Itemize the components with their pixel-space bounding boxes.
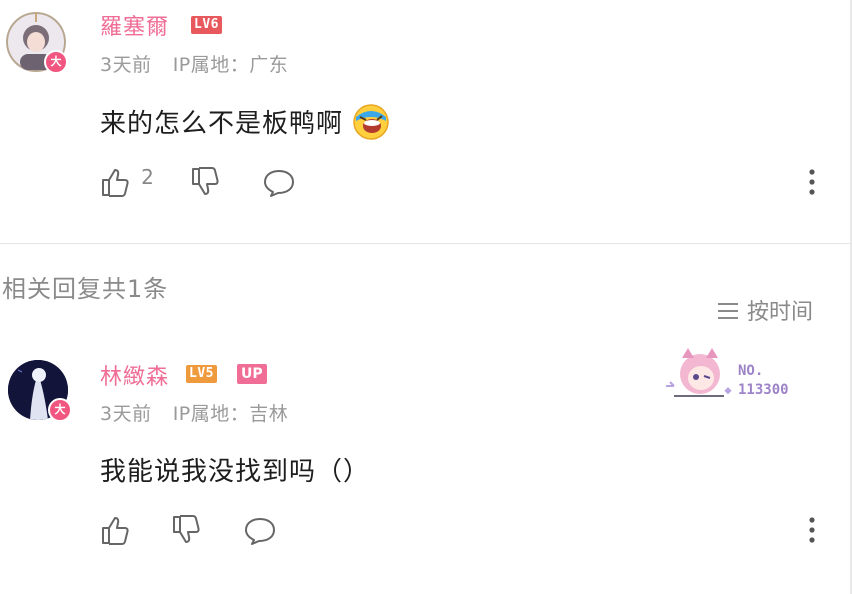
comment-more-button[interactable] — [802, 168, 822, 196]
comment-level-badge: LV6 — [191, 16, 222, 34]
comment-text-row: 来的怎么不是板鸭啊 — [100, 103, 390, 141]
comment-text: 来的怎么不是板鸭啊 — [100, 109, 344, 139]
reply-time: 3天前 — [100, 403, 152, 425]
more-vertical-icon — [809, 517, 815, 543]
reply-avatar-wrapper[interactable]: 大 — [8, 360, 74, 426]
laughing-emoji-icon — [353, 104, 390, 140]
speech-bubble-icon — [264, 170, 294, 197]
comment-username[interactable]: 羅塞爾 — [100, 9, 169, 41]
avatar-level-badge: 大 — [48, 398, 72, 422]
fan-card-no-value: 113300 — [738, 382, 789, 398]
comment-ip-location: IP属地：广东 — [172, 54, 289, 76]
avatar-level-badge: 大 — [44, 50, 68, 74]
section-divider — [0, 243, 852, 244]
reply-ip-location: IP属地：吉林 — [172, 403, 289, 425]
reply-reply-button[interactable] — [243, 514, 277, 550]
fan-card-character-image — [666, 348, 732, 397]
thumbs-up-icon — [102, 169, 129, 197]
reply-username[interactable]: 林緻森 — [100, 359, 169, 391]
comment-reply-button[interactable] — [262, 166, 296, 202]
comment-time: 3天前 — [100, 54, 152, 76]
sort-button[interactable]: 按时间 — [716, 294, 813, 326]
thumbs-down-icon — [173, 515, 200, 543]
sort-label: 按时间 — [747, 300, 814, 325]
up-badge: UP — [237, 364, 267, 384]
reply-level-badge: LV5 — [186, 365, 217, 383]
fan-card-decoration: NO. 113300 — [660, 344, 800, 404]
thumbs-down-icon — [192, 167, 219, 195]
comment-dislike-button[interactable] — [190, 166, 222, 202]
fan-card-no-label: NO. — [738, 363, 764, 379]
comment-avatar-wrapper[interactable]: 大 — [6, 6, 70, 76]
like-count: 2 — [141, 164, 154, 189]
reply-dislike-button[interactable] — [171, 514, 203, 550]
comment-like-button[interactable]: 2 — [100, 165, 154, 198]
sort-list-icon — [718, 303, 738, 319]
comment-meta: 3天前 IP属地：广东 — [100, 50, 288, 77]
thumbs-up-icon — [102, 517, 129, 545]
reply-text: 我能说我没找到吗（） — [100, 457, 371, 487]
more-vertical-icon — [809, 169, 815, 195]
reply-more-button[interactable] — [802, 516, 822, 544]
speech-bubble-icon — [245, 518, 275, 545]
reply-like-button[interactable] — [100, 514, 132, 550]
replies-count-title: 相关回复共1条 — [2, 275, 169, 303]
reply-meta: 3天前 IP属地：吉林 — [100, 399, 288, 426]
